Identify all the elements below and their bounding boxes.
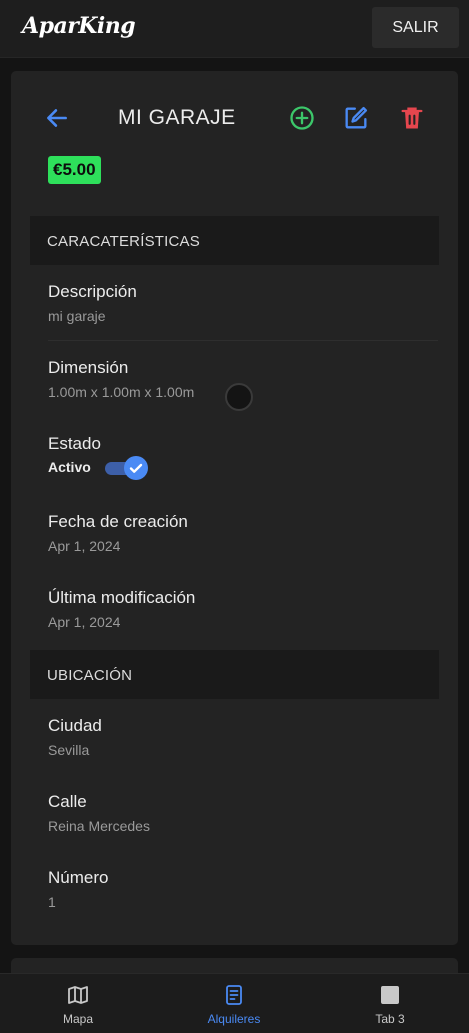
tab-label: Alquileres [207,1012,261,1026]
item-label: Última modificación [48,588,196,607]
back-arrow-icon[interactable] [44,105,70,131]
item-value: Sevilla [48,742,90,758]
tab-alquileres[interactable]: Alquileres [156,974,312,1033]
divider [48,340,438,341]
item-label: Número [48,868,109,887]
check-icon [129,463,143,473]
item-label: Fecha de creación [48,512,188,531]
section-header-location: UBICACIÓN [30,650,439,699]
edit-icon[interactable] [342,104,370,132]
price-badge: €5.00 [48,156,101,184]
item-label: Dimensión [48,358,129,377]
tab-label: Tab 3 [375,1012,405,1026]
square-icon [381,986,399,1004]
app-header: AparKing SALIR [0,0,469,58]
page-title: MI GARAJE [118,106,236,129]
tab-3[interactable]: Tab 3 [312,974,468,1033]
toggle-knob [124,456,148,480]
item-label: Ciudad [48,716,102,735]
item-modified: Última modificación Apr 1, 2024 [48,588,438,630]
item-label: Estado [48,434,101,453]
tab-mapa[interactable]: Mapa [0,974,156,1033]
add-circle-icon[interactable] [288,104,316,132]
detail-header: MI GARAJE [11,101,458,137]
document-icon [226,985,242,1005]
item-city: Ciudad Sevilla [48,716,438,758]
item-value: Apr 1, 2024 [48,538,121,554]
map-icon [68,986,88,1004]
indicator-dot [225,383,253,411]
item-created: Fecha de creación Apr 1, 2024 [48,512,438,554]
bottom-tab-bar: Mapa Alquileres Tab 3 [0,973,469,1033]
tab-label: Mapa [62,1012,94,1026]
item-value: Apr 1, 2024 [48,614,121,630]
section-header-characteristics: CARACATERÍSTICAS [30,216,439,265]
item-value: 1 [48,894,56,910]
section-title: CARACATERÍSTICAS [47,233,200,250]
trash-icon[interactable] [398,104,426,132]
section-title: UBICACIÓN [47,667,133,684]
status-toggle[interactable] [105,456,148,480]
item-value: mi garaje [48,308,106,324]
item-number: Número 1 [48,868,438,910]
item-description: Descripción mi garaje [48,282,438,324]
item-street: Calle Reina Mercedes [48,792,438,834]
exit-button[interactable]: SALIR [372,7,459,48]
content-area: MI GARAJE €5.00 CARACATERÍSTICAS Descrip… [0,58,469,978]
item-label: Descripción [48,282,137,301]
item-label: Calle [48,792,87,811]
item-value: Reina Mercedes [48,818,150,834]
garage-detail-card: MI GARAJE €5.00 CARACATERÍSTICAS Descrip… [11,71,458,945]
app-logo: AparKing [22,13,136,39]
